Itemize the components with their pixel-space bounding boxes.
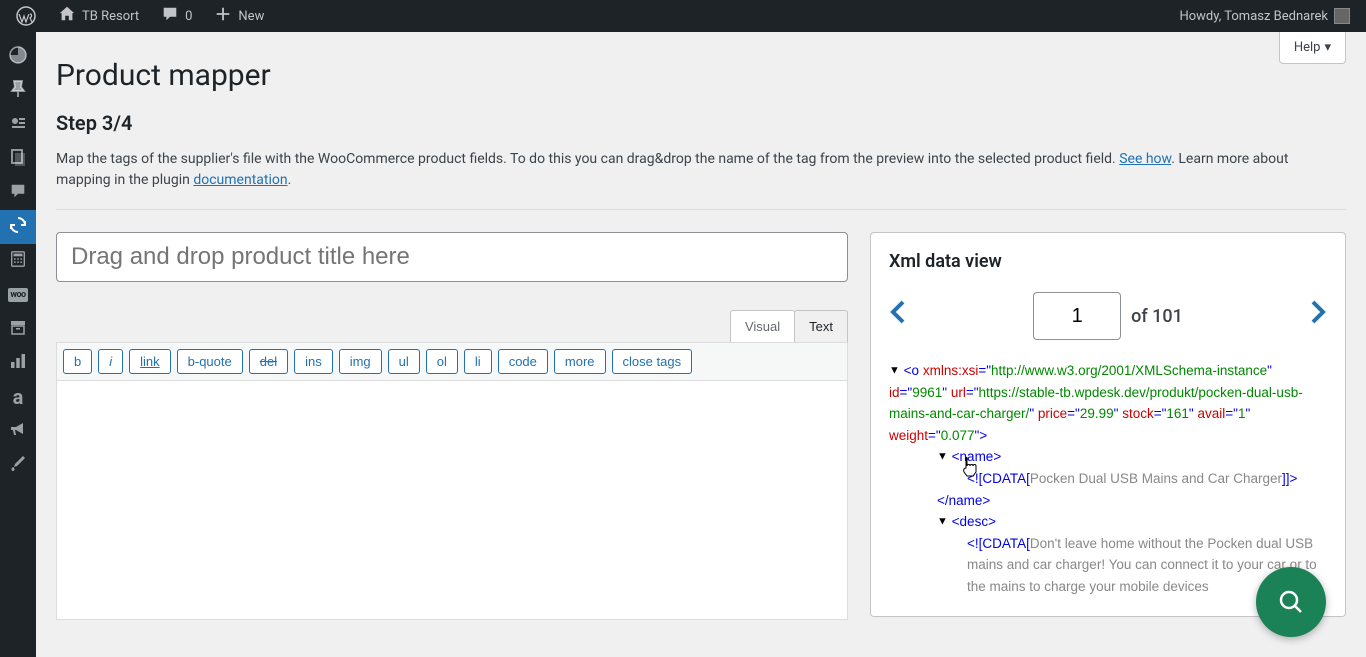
comments-count: 0 (185, 9, 192, 24)
brush-icon (8, 453, 28, 478)
menu-posts[interactable] (0, 74, 36, 108)
tool-del[interactable]: del (249, 349, 288, 374)
step-heading: Step 3/4 (56, 111, 1346, 135)
avatar-icon (1334, 8, 1350, 24)
howdy-text: Howdy, Tomasz Bednarek (1179, 9, 1328, 24)
editor-textarea[interactable] (56, 380, 848, 620)
xml-panel-title: Xml data view (889, 251, 1327, 272)
editor-tabs: Visual Text (56, 310, 848, 342)
woo-icon: woo (8, 288, 27, 302)
collapse-icon[interactable]: ▼ (937, 516, 948, 528)
plus-icon (214, 5, 232, 28)
admin-bar-right: Howdy, Tomasz Bednarek (1171, 0, 1358, 32)
tool-close-tags[interactable]: close tags (612, 349, 693, 374)
calculator-icon (9, 250, 27, 273)
howdy-link[interactable]: Howdy, Tomasz Bednarek (1171, 0, 1358, 32)
xml-tree[interactable]: ▼ <o xmlns:xsi="http://www.w3.org/2001/X… (889, 360, 1327, 598)
tab-text[interactable]: Text (794, 310, 848, 342)
letter-a-icon: a (13, 385, 24, 409)
help-label: Help (1294, 40, 1321, 55)
media-icon (8, 113, 28, 138)
tool-bquote[interactable]: b-quote (177, 349, 243, 374)
site-name: TB Resort (82, 9, 139, 24)
xml-panel: Xml data view of 101 (870, 232, 1346, 617)
pager-prev[interactable] (889, 298, 907, 334)
tab-visual[interactable]: Visual (730, 310, 795, 342)
collapse-icon[interactable]: ▼ (937, 451, 948, 463)
new-label: New (238, 9, 264, 24)
menu-media[interactable] (0, 108, 36, 142)
wp-logo[interactable] (8, 0, 44, 32)
divider (56, 209, 1346, 210)
xml-root-open[interactable]: ▼ <o xmlns:xsi="http://www.w3.org/2001/X… (889, 360, 1317, 446)
menu-pages[interactable] (0, 142, 36, 176)
menu-analytics[interactable] (0, 346, 36, 380)
tool-ol[interactable]: ol (426, 349, 458, 374)
pager-next[interactable] (1309, 298, 1327, 334)
menu-dashboard[interactable] (0, 40, 36, 74)
xml-name-cdata[interactable]: <![CDATA[Pocken Dual USB Mains and Car C… (889, 468, 1317, 490)
help-tab[interactable]: Help ▾ (1279, 32, 1346, 64)
menu-text-a[interactable]: a (0, 380, 36, 414)
page-title: Product mapper (56, 58, 1346, 93)
tool-ul[interactable]: ul (388, 349, 420, 374)
dashboard-icon (8, 45, 28, 70)
xml-pager: of 101 (889, 292, 1327, 340)
page-input[interactable] (1033, 292, 1121, 340)
menu-woocommerce[interactable]: woo (0, 278, 36, 312)
see-how-link[interactable]: See how (1119, 151, 1171, 167)
tool-code[interactable]: code (498, 349, 548, 374)
wordpress-icon (16, 6, 36, 26)
menu-appearance[interactable] (0, 448, 36, 482)
page-total: of 101 (1131, 306, 1183, 327)
editor-toolbar: b i link b-quote del ins img ul ol li co… (56, 342, 848, 380)
admin-bar-left: TB Resort 0 New (8, 0, 272, 32)
documentation-link[interactable]: documentation (193, 172, 287, 188)
tool-bold[interactable]: b (63, 349, 92, 374)
xml-desc-open[interactable]: ▼ <desc> (889, 511, 1317, 533)
mapper-area: Visual Text b i link b-quote del ins img… (56, 232, 1346, 620)
pin-icon (8, 79, 28, 104)
tool-link[interactable]: link (129, 349, 171, 374)
tool-ins[interactable]: ins (294, 349, 333, 374)
admin-bar: TB Resort 0 New Howdy, Tomasz Bednarek (0, 0, 1366, 32)
xml-name-close[interactable]: </name> (889, 490, 1317, 512)
xml-name-open[interactable]: ▼ <name> (889, 446, 1317, 468)
menu-archive[interactable] (0, 312, 36, 346)
megaphone-icon (8, 419, 28, 444)
tool-li[interactable]: li (464, 349, 492, 374)
archive-icon (8, 317, 28, 342)
admin-menu: woo a (0, 32, 36, 657)
intro-text: Map the tags of the supplier's file with… (56, 149, 1346, 191)
xml-column: Xml data view of 101 (870, 232, 1346, 617)
chart-icon (8, 351, 28, 376)
product-title-input[interactable] (56, 232, 848, 282)
content-area: Help ▾ Product mapper Step 3/4 Map the t… (36, 32, 1366, 657)
tool-more[interactable]: more (554, 349, 606, 374)
collapse-icon[interactable]: ▼ (889, 365, 900, 377)
home-icon (58, 5, 76, 28)
comment-icon (161, 5, 179, 28)
search-icon (1277, 588, 1305, 616)
new-link[interactable]: New (206, 0, 272, 32)
chevron-down-icon: ▾ (1324, 40, 1331, 55)
pages-icon (8, 147, 28, 172)
menu-sync[interactable] (0, 210, 36, 244)
comments-icon (9, 182, 27, 205)
menu-comments[interactable] (0, 176, 36, 210)
pager-center: of 101 (1033, 292, 1183, 340)
site-link[interactable]: TB Resort (50, 0, 147, 32)
menu-marketing[interactable] (0, 414, 36, 448)
tool-img[interactable]: img (339, 349, 382, 374)
comments-link[interactable]: 0 (153, 0, 200, 32)
mapping-column: Visual Text b i link b-quote del ins img… (56, 232, 848, 620)
main-wrap: woo a Help ▾ Product mapper Step 3/4 Map… (0, 32, 1366, 657)
tool-italic[interactable]: i (98, 349, 123, 374)
sync-icon (8, 215, 28, 240)
menu-calculator[interactable] (0, 244, 36, 278)
xml-desc-cdata[interactable]: <![CDATA[Don't leave home without the Po… (889, 533, 1317, 598)
search-fab[interactable] (1256, 567, 1326, 637)
